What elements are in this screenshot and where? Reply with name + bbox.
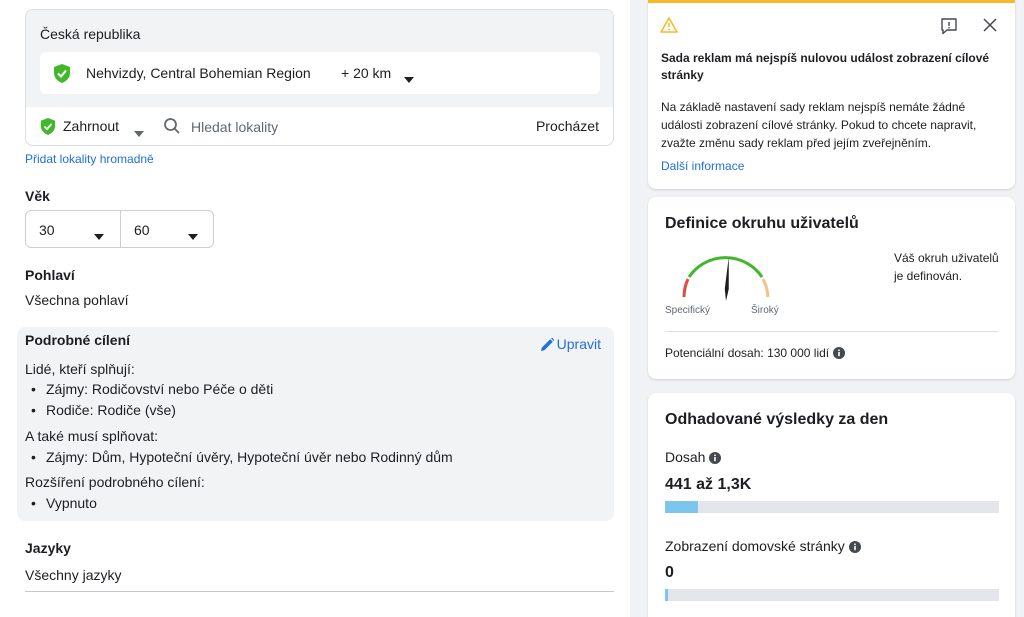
audience-definition-title: Definice okruhu uživatelů xyxy=(665,215,859,232)
edit-label: Upravit xyxy=(556,336,601,352)
divider xyxy=(120,211,121,247)
info-icon[interactable] xyxy=(833,347,846,362)
shield-check-icon xyxy=(40,118,56,140)
metric-bar-fill xyxy=(665,589,669,601)
warning-body: Na základě nastavení sady reklam nejspíš… xyxy=(661,100,977,150)
gender-value: Všechna pohlaví xyxy=(25,292,129,308)
warning-headline: Sada reklam má nejspíš nulovou událost z… xyxy=(661,51,990,82)
estimated-results-card: Odhadované výsledky za den Dosah 441 až … xyxy=(648,393,1015,617)
audience-status: Váš okruh uživatelů je definován. xyxy=(894,251,999,283)
country-label: Česká republika xyxy=(40,26,141,42)
chevron-down-icon[interactable] xyxy=(134,124,144,142)
estimated-results-title: Odhadované výsledky za den xyxy=(665,411,889,428)
list-item: Rodiče: Rodiče (vše) xyxy=(31,402,176,418)
potential-reach-text: Potenciální dosah: 130 000 lidí xyxy=(665,346,830,360)
warning-card: Sada reklam má nejspíš nulovou událost z… xyxy=(648,0,1015,189)
metric-value: 441 až 1,3K xyxy=(665,476,752,493)
audience-settings-panel: Česká republika Nehvizdy, Central Bohemi… xyxy=(0,0,630,617)
edit-button[interactable]: Upravit xyxy=(540,336,601,352)
detailed-targeting-title: Podrobné cílení xyxy=(25,332,131,348)
location-search-input[interactable] xyxy=(191,116,491,138)
metric-bar xyxy=(665,589,999,601)
pencil-icon xyxy=(540,337,554,351)
location-item[interactable]: Nehvizdy, Central Bohemian Region + 20 k… xyxy=(40,52,600,94)
metric-bar xyxy=(665,501,999,513)
audience-definition-card: Definice okruhu uživatelů Specifický Šir… xyxy=(648,197,1015,379)
chevron-down-icon[interactable] xyxy=(404,70,414,88)
gauge-needle xyxy=(724,257,729,301)
metric-label: Zobrazení domovské stránky xyxy=(665,538,861,556)
detailed-targeting-box: Podrobné cílení Upravit Lidé, kteří splň… xyxy=(17,327,614,521)
shield-check-icon xyxy=(53,64,71,88)
divider xyxy=(665,331,998,332)
list-item: Zájmy: Dům, Hypoteční úvěry, Hypoteční ú… xyxy=(31,449,453,465)
must-label: A také musí splňovat: xyxy=(25,428,159,444)
broad-label: Široký xyxy=(751,305,779,316)
metric-value: 0 xyxy=(665,564,674,581)
metric-label: Dosah xyxy=(665,449,722,467)
close-icon[interactable] xyxy=(983,18,997,37)
divider xyxy=(25,591,614,592)
warning-icon xyxy=(660,17,678,38)
list-item: Zájmy: Rodičovství nebo Péče o děti xyxy=(31,381,273,397)
browse-button[interactable]: Procházet xyxy=(536,118,599,134)
summary-column: Sada reklam má nejspíš nulovou událost z… xyxy=(630,0,1024,617)
include-dropdown[interactable]: Zahrnout xyxy=(63,118,119,134)
add-locations-bulk-link[interactable]: Přidat lokality hromadně xyxy=(25,152,154,166)
radius-selector[interactable]: + 20 km xyxy=(341,65,391,81)
languages-value: Všechny jazyky xyxy=(25,567,122,583)
search-icon xyxy=(163,117,181,140)
metric-bar-fill xyxy=(665,501,699,513)
location-name: Nehvizdy, Central Bohemian Region xyxy=(86,65,311,81)
gender-label: Pohlaví xyxy=(25,267,75,283)
specific-label: Specifický xyxy=(665,305,711,316)
languages-label: Jazyky xyxy=(25,540,71,556)
list-item: Vypnuto xyxy=(31,495,97,511)
age-range: 30 60 xyxy=(25,210,214,248)
info-icon[interactable] xyxy=(848,540,861,556)
age-label: Věk xyxy=(25,188,50,204)
info-icon[interactable] xyxy=(709,451,722,467)
feedback-icon[interactable] xyxy=(940,17,958,40)
locations-list: Česká republika Nehvizdy, Central Bohemi… xyxy=(26,10,613,107)
chevron-down-icon[interactable] xyxy=(94,227,104,245)
learn-more-link[interactable]: Další informace xyxy=(661,159,744,173)
expansion-label: Rozšíření podrobného cílení: xyxy=(25,474,205,490)
location-search-bar: Zahrnout Procházet xyxy=(26,108,613,145)
age-min-select[interactable]: 30 xyxy=(39,222,55,238)
match-label: Lidé, kteří splňují: xyxy=(25,361,135,377)
age-max-select[interactable]: 60 xyxy=(134,222,150,238)
locations-box: Česká republika Nehvizdy, Central Bohemi… xyxy=(25,9,614,146)
potential-reach: Potenciální dosah: 130 000 lidí xyxy=(665,346,846,362)
chevron-down-icon[interactable] xyxy=(188,227,198,245)
audience-gauge xyxy=(676,249,776,308)
